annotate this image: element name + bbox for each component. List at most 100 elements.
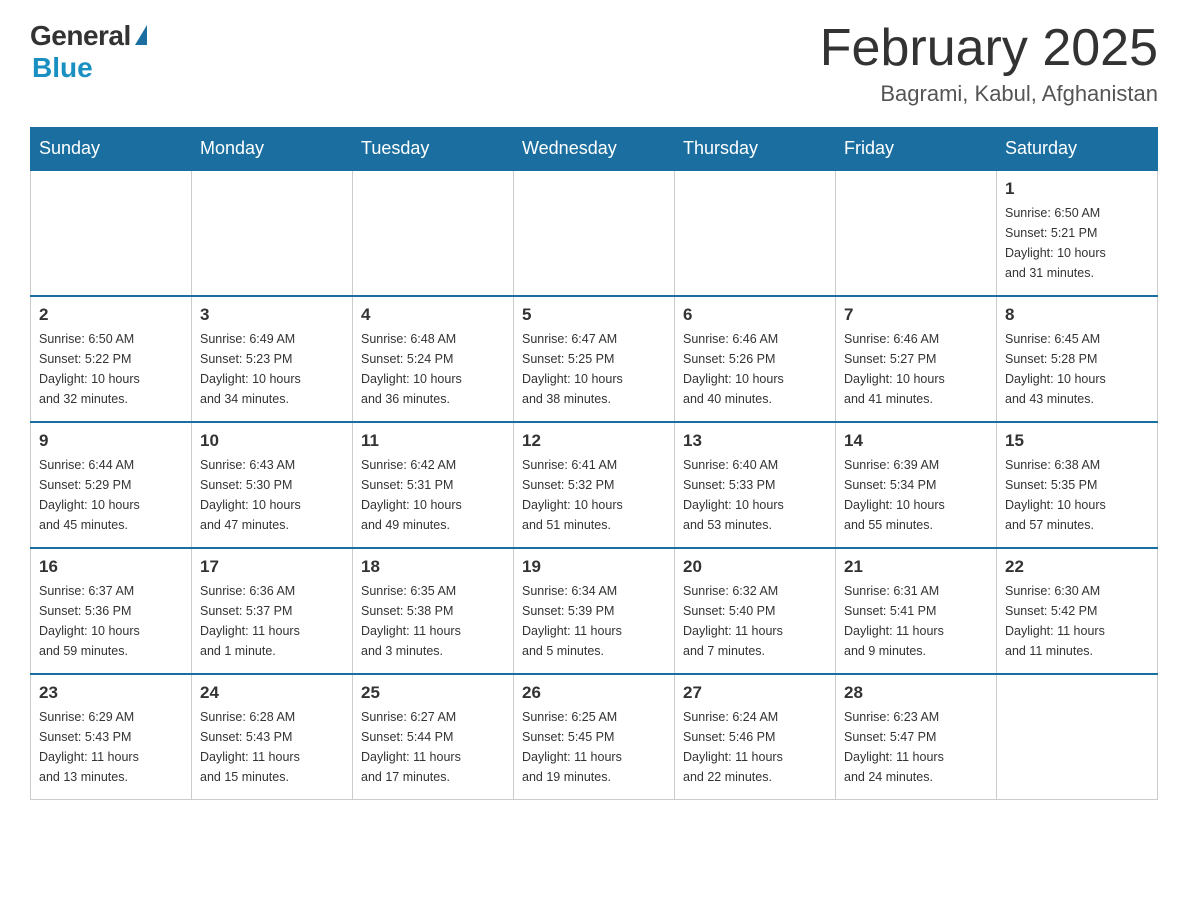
day-info: Sunrise: 6:46 AMSunset: 5:27 PMDaylight:… [844,329,988,409]
calendar-day-cell: 17Sunrise: 6:36 AMSunset: 5:37 PMDayligh… [192,548,353,674]
calendar-week-row: 2Sunrise: 6:50 AMSunset: 5:22 PMDaylight… [31,296,1158,422]
calendar-day-cell: 8 Sunrise: 6:45 AMSunset: 5:28 PMDaylight… [997,296,1158,422]
calendar-day-cell: 25 Sunrise: 6:27 AMSunset: 5:44 PMDayligh… [353,674,514,800]
day-number: 19 [522,557,666,577]
header-wednesday: Wednesday [514,128,675,171]
month-title: February 2025 [820,20,1158,77]
day-info: Sunrise: 6:23 AMSunset: 5:47 PMDaylight:… [844,707,988,787]
calendar-day-cell: 18 Sunrise: 6:35 AMSunset: 5:38 PMDayligh… [353,548,514,674]
day-info: Sunrise: 6:28 AMSunset: 5:43 PMDaylight:… [200,707,344,787]
day-info: Sunrise: 6:27 AMSunset: 5:44 PMDaylight:… [361,707,505,787]
calendar-day-cell: 4 Sunrise: 6:48 AMSunset: 5:24 PMDaylight… [353,296,514,422]
day-number: 25 [361,683,505,703]
day-info: Sunrise: 6:25 AMSunset: 5:45 PMDaylight:… [522,707,666,787]
day-number: 28 [844,683,988,703]
calendar-day-cell: 27 Sunrise: 6:24 AMSunset: 5:46 PMDayligh… [675,674,836,800]
day-info: Sunrise: 6:24 AMSunset: 5:46 PMDaylight:… [683,707,827,787]
calendar-day-cell: 21Sunrise: 6:31 AMSunset: 5:41 PMDayligh… [836,548,997,674]
calendar-day-cell: 2Sunrise: 6:50 AMSunset: 5:22 PMDaylight… [31,296,192,422]
day-number: 4 [361,305,505,325]
page-header: General Blue February 2025 Bagrami, Kabu… [30,20,1158,107]
calendar-day-cell [31,170,192,296]
day-info: Sunrise: 6:30 AMSunset: 5:42 PMDaylight:… [1005,581,1149,661]
logo: General Blue [30,20,147,84]
calendar-day-cell: 13 Sunrise: 6:40 AMSunset: 5:33 PMDayligh… [675,422,836,548]
day-number: 16 [39,557,183,577]
calendar-week-row: 16 Sunrise: 6:37 AMSunset: 5:36 PMDayligh… [31,548,1158,674]
day-number: 8 [1005,305,1149,325]
logo-general-text: General [30,20,131,52]
calendar-day-cell: 28 Sunrise: 6:23 AMSunset: 5:47 PMDayligh… [836,674,997,800]
header-friday: Friday [836,128,997,171]
calendar-day-cell: 1 Sunrise: 6:50 AMSunset: 5:21 PMDaylight… [997,170,1158,296]
calendar-week-row: 1 Sunrise: 6:50 AMSunset: 5:21 PMDaylight… [31,170,1158,296]
calendar-day-cell: 22 Sunrise: 6:30 AMSunset: 5:42 PMDayligh… [997,548,1158,674]
day-info: Sunrise: 6:49 AMSunset: 5:23 PMDaylight:… [200,329,344,409]
day-number: 10 [200,431,344,451]
day-info: Sunrise: 6:36 AMSunset: 5:37 PMDaylight:… [200,581,344,661]
day-number: 5 [522,305,666,325]
calendar-day-cell: 7 Sunrise: 6:46 AMSunset: 5:27 PMDaylight… [836,296,997,422]
day-info: Sunrise: 6:32 AMSunset: 5:40 PMDaylight:… [683,581,827,661]
calendar-header-row: Sunday Monday Tuesday Wednesday Thursday… [31,128,1158,171]
day-info: Sunrise: 6:45 AMSunset: 5:28 PMDaylight:… [1005,329,1149,409]
calendar-day-cell: 20 Sunrise: 6:32 AMSunset: 5:40 PMDayligh… [675,548,836,674]
day-info: Sunrise: 6:50 AMSunset: 5:21 PMDaylight:… [1005,203,1149,283]
location: Bagrami, Kabul, Afghanistan [820,81,1158,107]
calendar-day-cell [514,170,675,296]
calendar-day-cell: 26 Sunrise: 6:25 AMSunset: 5:45 PMDayligh… [514,674,675,800]
day-number: 2 [39,305,183,325]
day-info: Sunrise: 6:47 AMSunset: 5:25 PMDaylight:… [522,329,666,409]
day-number: 11 [361,431,505,451]
calendar-week-row: 9Sunrise: 6:44 AMSunset: 5:29 PMDaylight… [31,422,1158,548]
header-tuesday: Tuesday [353,128,514,171]
calendar-day-cell [997,674,1158,800]
day-info: Sunrise: 6:34 AMSunset: 5:39 PMDaylight:… [522,581,666,661]
day-info: Sunrise: 6:37 AMSunset: 5:36 PMDaylight:… [39,581,183,661]
day-info: Sunrise: 6:42 AMSunset: 5:31 PMDaylight:… [361,455,505,535]
day-info: Sunrise: 6:35 AMSunset: 5:38 PMDaylight:… [361,581,505,661]
logo-blue-text: Blue [32,52,93,84]
calendar-day-cell: 23Sunrise: 6:29 AMSunset: 5:43 PMDayligh… [31,674,192,800]
day-number: 20 [683,557,827,577]
day-number: 12 [522,431,666,451]
calendar-day-cell: 14 Sunrise: 6:39 AMSunset: 5:34 PMDayligh… [836,422,997,548]
day-number: 24 [200,683,344,703]
day-number: 26 [522,683,666,703]
day-number: 9 [39,431,183,451]
calendar-day-cell [675,170,836,296]
day-number: 27 [683,683,827,703]
day-info: Sunrise: 6:40 AMSunset: 5:33 PMDaylight:… [683,455,827,535]
day-number: 23 [39,683,183,703]
day-number: 1 [1005,179,1149,199]
calendar-day-cell: 10 Sunrise: 6:43 AMSunset: 5:30 PMDayligh… [192,422,353,548]
day-number: 15 [1005,431,1149,451]
calendar-table: Sunday Monday Tuesday Wednesday Thursday… [30,127,1158,800]
day-number: 7 [844,305,988,325]
calendar-day-cell: 15 Sunrise: 6:38 AMSunset: 5:35 PMDayligh… [997,422,1158,548]
title-area: February 2025 Bagrami, Kabul, Afghanista… [820,20,1158,107]
day-number: 18 [361,557,505,577]
day-info: Sunrise: 6:43 AMSunset: 5:30 PMDaylight:… [200,455,344,535]
day-info: Sunrise: 6:39 AMSunset: 5:34 PMDaylight:… [844,455,988,535]
day-info: Sunrise: 6:41 AMSunset: 5:32 PMDaylight:… [522,455,666,535]
day-number: 14 [844,431,988,451]
calendar-day-cell: 5 Sunrise: 6:47 AMSunset: 5:25 PMDaylight… [514,296,675,422]
day-info: Sunrise: 6:48 AMSunset: 5:24 PMDaylight:… [361,329,505,409]
calendar-day-cell [353,170,514,296]
calendar-day-cell: 16 Sunrise: 6:37 AMSunset: 5:36 PMDayligh… [31,548,192,674]
day-number: 13 [683,431,827,451]
day-info: Sunrise: 6:38 AMSunset: 5:35 PMDaylight:… [1005,455,1149,535]
calendar-day-cell: 19 Sunrise: 6:34 AMSunset: 5:39 PMDayligh… [514,548,675,674]
calendar-day-cell: 12 Sunrise: 6:41 AMSunset: 5:32 PMDayligh… [514,422,675,548]
day-number: 21 [844,557,988,577]
day-number: 22 [1005,557,1149,577]
header-monday: Monday [192,128,353,171]
day-number: 6 [683,305,827,325]
calendar-day-cell: 24 Sunrise: 6:28 AMSunset: 5:43 PMDayligh… [192,674,353,800]
day-info: Sunrise: 6:46 AMSunset: 5:26 PMDaylight:… [683,329,827,409]
calendar-day-cell: 9Sunrise: 6:44 AMSunset: 5:29 PMDaylight… [31,422,192,548]
calendar-day-cell: 6 Sunrise: 6:46 AMSunset: 5:26 PMDaylight… [675,296,836,422]
header-saturday: Saturday [997,128,1158,171]
header-sunday: Sunday [31,128,192,171]
